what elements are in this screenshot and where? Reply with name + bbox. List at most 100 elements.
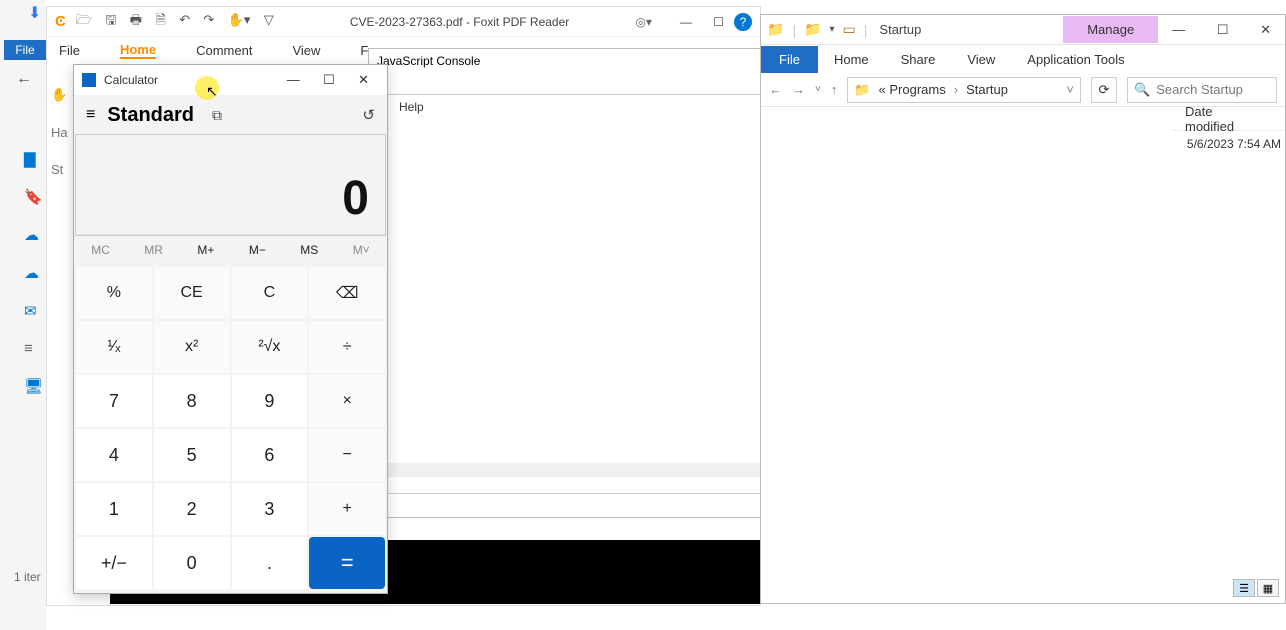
mail-icon[interactable]: ✉ xyxy=(24,302,43,320)
ribbon-apptools[interactable]: Application Tools xyxy=(1011,46,1140,73)
key-divide[interactable]: ÷ xyxy=(309,321,385,373)
close-icon[interactable]: ✕ xyxy=(348,68,379,91)
hand-icon[interactable]: ✋▾ xyxy=(228,12,251,27)
maximize-icon[interactable]: ☐ xyxy=(313,68,345,91)
ribbon-share[interactable]: Share xyxy=(885,46,952,73)
explorer-ribbon: File Home Share View Application Tools xyxy=(761,45,1285,73)
crumb-programs[interactable]: « Programs xyxy=(879,82,946,97)
key-backspace[interactable]: ⌫ xyxy=(309,267,385,319)
dropdown-icon[interactable]: ▽ xyxy=(264,12,274,27)
monitor-icon[interactable]: 🖥 xyxy=(24,377,43,395)
explorer-qat: 📁 | 📁 ▾ ▭ | xyxy=(761,21,867,38)
cloud-icon-2[interactable]: ☁ xyxy=(24,264,43,282)
close-icon[interactable]: ✕ xyxy=(1246,16,1285,43)
key-5[interactable]: 5 xyxy=(154,429,230,481)
key-multiply[interactable]: × xyxy=(309,375,385,427)
maximize-icon[interactable]: ☐ xyxy=(1203,16,1243,43)
col-date[interactable]: Date modified xyxy=(1185,104,1285,134)
search-placeholder: Search Startup xyxy=(1156,82,1243,97)
ribbon-file[interactable]: File xyxy=(761,46,818,73)
icon-blue-1[interactable]: ▇ xyxy=(24,150,43,168)
print-icon[interactable]: 🖶 xyxy=(130,12,142,27)
foxit-logo-icon: Ͼ xyxy=(55,13,66,30)
key-negate[interactable]: +/− xyxy=(76,537,152,589)
redo-icon[interactable]: ↷ xyxy=(203,12,214,27)
ribbon-view[interactable]: View xyxy=(951,46,1011,73)
breadcrumb[interactable]: 📁 « Programs › Startup ˅ xyxy=(847,77,1081,103)
key-ce[interactable]: CE xyxy=(154,267,230,319)
nav-recent-icon[interactable]: ˅ xyxy=(815,84,821,95)
key-percent[interactable]: % xyxy=(76,267,152,319)
browser-left-strip: ⬇ File ← ▇ 🔖 ☁ ☁ ✉ ≡ 🖥 1 iter xyxy=(0,0,46,630)
key-9[interactable]: 9 xyxy=(232,375,308,427)
tab-view[interactable]: View xyxy=(292,43,320,58)
ribbon-home[interactable]: Home xyxy=(818,46,885,73)
key-0[interactable]: 0 xyxy=(154,537,230,589)
key-sqrt[interactable]: ²√x xyxy=(232,321,308,373)
mem-mc[interactable]: MC xyxy=(91,243,110,257)
file-row[interactable]: 5/6/2023 7:54 AM xyxy=(1187,137,1281,151)
minimize-icon[interactable]: — xyxy=(680,15,692,29)
user-icon[interactable]: ◎▾ xyxy=(635,15,652,29)
key-8[interactable]: 8 xyxy=(154,375,230,427)
nav-up-icon[interactable]: ↑ xyxy=(831,82,838,97)
key-add[interactable]: + xyxy=(309,483,385,535)
hamburger-icon[interactable]: ≡ xyxy=(86,106,95,124)
tab-comment[interactable]: Comment xyxy=(196,43,252,58)
mem-mminus[interactable]: M− xyxy=(249,243,266,257)
doc-icon[interactable]: 🗎 xyxy=(155,12,165,27)
chevron-down-icon[interactable]: ˅ xyxy=(1066,82,1074,97)
key-c[interactable]: C xyxy=(232,267,308,319)
open-icon[interactable]: 🗁 xyxy=(76,12,92,27)
save-icon[interactable]: 🖫 xyxy=(105,12,116,27)
history-icon[interactable]: ↺ xyxy=(362,106,375,124)
foxit-side-txt2: St xyxy=(51,162,68,177)
back-icon[interactable]: ← xyxy=(16,70,32,88)
details-view-icon[interactable]: ☰ xyxy=(1233,579,1255,597)
tab-file[interactable]: File xyxy=(59,43,80,58)
keep-on-top-icon[interactable]: ⧉ xyxy=(212,107,222,124)
minimize-icon[interactable]: — xyxy=(1158,16,1199,43)
key-reciprocal[interactable]: ¹⁄ₓ xyxy=(76,321,152,373)
nav-forward-icon[interactable]: → xyxy=(792,82,805,97)
key-equals[interactable]: = xyxy=(309,537,385,589)
key-2[interactable]: 2 xyxy=(154,483,230,535)
folder-icon-2[interactable]: 📁 xyxy=(804,21,821,38)
help-icon[interactable]: ? xyxy=(734,13,752,31)
minimize-icon[interactable]: — xyxy=(277,68,310,91)
maximize-icon[interactable]: ☐ xyxy=(713,15,724,29)
chevron-right-icon: › xyxy=(954,82,958,97)
refresh-button[interactable]: ⟳ xyxy=(1091,77,1117,103)
download-icon[interactable]: ⬇ xyxy=(28,3,41,23)
folder-icon[interactable]: 📁 xyxy=(767,21,784,38)
key-4[interactable]: 4 xyxy=(76,429,152,481)
foxit-sidebar: ✋ Ha St xyxy=(51,87,68,177)
mem-mlist[interactable]: M˅ xyxy=(353,243,370,257)
layers-icon[interactable]: ≡ xyxy=(24,340,43,357)
cloud-icon[interactable]: ☁ xyxy=(24,226,43,244)
foxit-side-hand[interactable]: ✋ xyxy=(51,87,68,103)
props-icon[interactable]: ▭ xyxy=(843,21,856,38)
key-7[interactable]: 7 xyxy=(76,375,152,427)
ribbon-manage[interactable]: Manage xyxy=(1063,16,1158,43)
key-square[interactable]: x² xyxy=(154,321,230,373)
browser-file-tab[interactable]: File xyxy=(4,40,46,60)
key-3[interactable]: 3 xyxy=(232,483,308,535)
large-icons-view-icon[interactable]: ▦ xyxy=(1257,579,1279,597)
undo-icon[interactable]: ↶ xyxy=(179,12,190,27)
key-6[interactable]: 6 xyxy=(232,429,308,481)
mem-ms[interactable]: MS xyxy=(300,243,318,257)
key-subtract[interactable]: − xyxy=(309,429,385,481)
chevron-down-icon[interactable]: ▾ xyxy=(830,24,835,35)
tab-home[interactable]: Home xyxy=(120,42,156,59)
calc-titlebar[interactable]: Calculator — ☐ ✕ xyxy=(74,65,387,95)
mem-mr[interactable]: MR xyxy=(144,243,163,257)
mem-mplus[interactable]: M+ xyxy=(197,243,214,257)
search-input[interactable]: 🔍 Search Startup xyxy=(1127,77,1277,103)
key-decimal[interactable]: . xyxy=(232,537,308,589)
bookmark-icon[interactable]: 🔖 xyxy=(24,188,43,206)
nav-back-icon[interactable]: ← xyxy=(769,82,782,97)
crumb-startup[interactable]: Startup xyxy=(966,82,1008,97)
status-text: 1 iter xyxy=(14,570,41,584)
key-1[interactable]: 1 xyxy=(76,483,152,535)
